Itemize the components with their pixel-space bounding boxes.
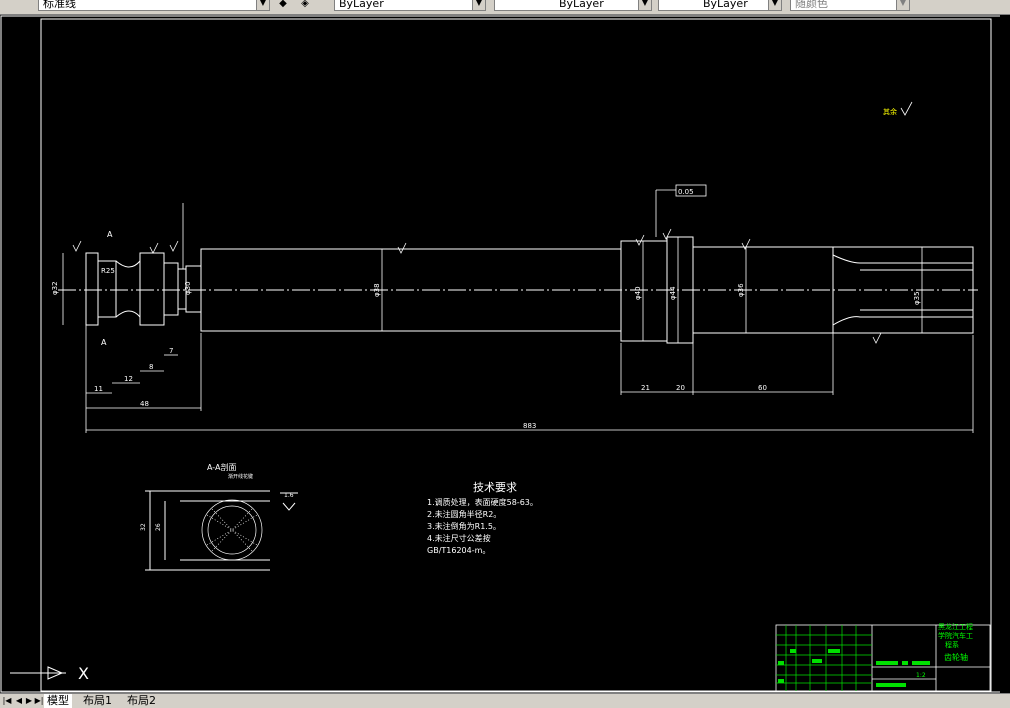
prev-tab-icon[interactable]: ◀	[14, 695, 24, 707]
next-tab-icon[interactable]: ▶	[24, 695, 34, 707]
dim-883: 883	[523, 422, 536, 430]
last-tab-icon[interactable]: ▶|	[34, 695, 44, 707]
title-school-line-1: 黑龙江工程	[938, 622, 973, 631]
first-tab-icon[interactable]: |◀	[2, 695, 12, 707]
title-school-line-3: 程系	[945, 640, 959, 649]
section-dim-mid: 26	[155, 523, 162, 531]
section-roughness: 1.6	[284, 492, 294, 499]
tech-line-1: 1.调质处理，表面硬度58-63。	[427, 497, 538, 507]
dim-48: 48	[140, 400, 149, 408]
dim-8: 8	[149, 363, 153, 371]
drawing-frame	[40, 18, 992, 692]
chevron-down-icon[interactable]: ▼	[256, 0, 269, 10]
layer-states-icon[interactable]: ◆	[276, 0, 290, 11]
dim-7: 7	[169, 347, 173, 355]
title-part-name: 齿轮轴	[944, 652, 968, 662]
runout-tolerance: 0.05	[678, 188, 694, 196]
dim-20: 20	[676, 384, 685, 392]
tech-line-3: 3.未注倒角为R1.5。	[427, 521, 501, 531]
linetype-control-dropdown[interactable]: ByLayer ▼	[494, 0, 652, 11]
layer-previous-icon[interactable]: ◈	[298, 0, 312, 11]
linetype-value: ByLayer	[559, 0, 604, 10]
roughness-symbols	[72, 101, 913, 344]
tab-layout2[interactable]: 布局2	[124, 694, 159, 708]
dim-60: 60	[758, 384, 767, 392]
ucs-icon	[10, 666, 66, 680]
section-note: 渐开线花键	[228, 473, 253, 480]
dim-phi44: φ44	[669, 286, 677, 300]
tab-layout1[interactable]: 布局1	[80, 694, 115, 708]
dim-phi38: φ38	[373, 283, 381, 297]
color-control-dropdown[interactable]: ByLayer ▼	[334, 0, 486, 11]
plotstyle-value: 随颜色	[795, 0, 828, 10]
section-title: A-A剖面	[207, 462, 236, 472]
title-scale: 1:2	[916, 672, 926, 679]
dim-11: 11	[94, 385, 103, 393]
section-letter-top: A	[107, 230, 113, 239]
section-letter-bottom: A	[101, 338, 107, 347]
tech-requirements-title: 技术要求	[473, 481, 517, 494]
text-style-dropdown[interactable]: 标准线 ▼	[38, 0, 270, 11]
layout-tabs-bar: |◀ ◀ ▶ ▶| 模型 布局1 布局2	[0, 693, 1010, 708]
color-value: ByLayer	[339, 0, 384, 10]
chevron-down-icon[interactable]: ▼	[472, 0, 485, 10]
tech-line-2: 2.未注圆角半径R2。	[427, 509, 501, 519]
dim-12: 12	[124, 375, 133, 383]
tech-line-4: 4.未注尺寸公差按	[427, 533, 491, 543]
title-block-grid	[776, 625, 872, 691]
dim-phi32: φ32	[51, 281, 59, 295]
section-dim-outer: 32	[140, 523, 147, 531]
lineweight-control-dropdown[interactable]: ByLayer ▼	[658, 0, 782, 11]
dim-phi36: φ36	[737, 283, 745, 297]
properties-toolbar: 标准线 ▼ ◆ ◈ ByLayer ▼ ByLayer ▼ ByLayer ▼ …	[0, 0, 1010, 15]
title-school-line-2: 学院汽车工	[938, 631, 973, 640]
chevron-down-icon[interactable]: ▼	[896, 0, 909, 10]
paper-border	[0, 15, 1002, 693]
spline-section	[201, 499, 263, 561]
plotstyle-control-dropdown[interactable]: 随颜色 ▼	[790, 0, 910, 11]
dim-21: 21	[641, 384, 650, 392]
dim-phi30: φ30	[184, 281, 192, 295]
dim-phi40: φ40	[634, 286, 642, 300]
tech-line-5: GB/T16204-m。	[427, 546, 490, 555]
dimension-lines	[62, 184, 974, 433]
ucs-x-label: X	[78, 664, 89, 683]
vertical-scrollbar[interactable]	[1000, 15, 1010, 693]
dim-r25: R25	[101, 267, 115, 275]
drawing-canvas[interactable]: 其余 0.05 φ32 R25 φ30 φ38 φ40 φ44 φ36 φ35 …	[0, 15, 1010, 693]
tab-model[interactable]: 模型	[44, 694, 72, 708]
chevron-down-icon[interactable]: ▼	[638, 0, 651, 10]
roughness-remainder-label: 其余	[883, 107, 897, 116]
lineweight-value: ByLayer	[703, 0, 748, 10]
text-style-value: 标准线	[43, 0, 76, 10]
dim-phi35: φ35	[913, 291, 921, 305]
drawing-svg: 其余 0.05 φ32 R25 φ30 φ38 φ40 φ44 φ36 φ35 …	[0, 15, 1002, 693]
chevron-down-icon[interactable]: ▼	[768, 0, 781, 10]
